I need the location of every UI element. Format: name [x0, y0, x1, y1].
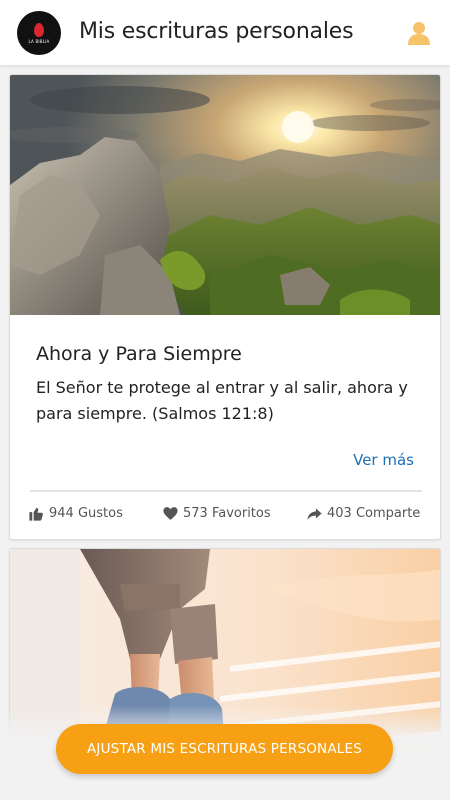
- likes-count: 944 Gustos: [49, 506, 123, 521]
- thumbs-up-icon: [29, 507, 43, 521]
- see-more-link[interactable]: Ver más: [353, 451, 414, 469]
- favorite-button[interactable]: 573 Favoritos: [162, 505, 271, 522]
- user-icon[interactable]: [406, 20, 432, 46]
- favorites-count: 573 Favoritos: [183, 506, 271, 521]
- share-arrow-icon: [307, 508, 322, 520]
- share-button[interactable]: 403 Comparte: [306, 505, 420, 522]
- divider: [30, 490, 422, 492]
- like-button[interactable]: 944 Gustos: [28, 505, 123, 522]
- scripture-text: El Señor te protege al entrar y al salir…: [36, 378, 408, 423]
- app-bar: LA BIBLIA Mis escrituras personales: [0, 0, 450, 66]
- adjust-scriptures-button[interactable]: AJUSTAR MIS ESCRITURAS PERSONALES: [56, 724, 393, 774]
- page-title: Mis escrituras personales: [79, 19, 354, 44]
- scripture-card[interactable]: Ahora y Para Siempre El Señor te protege…: [9, 74, 441, 540]
- mountain-sunrise-image: [10, 75, 440, 315]
- flame-icon: [34, 22, 44, 37]
- card-stats: 944 Gustos 573 Favoritos 403 Comparte: [10, 505, 440, 529]
- card-title: Ahora y Para Siempre: [36, 343, 242, 365]
- heart-icon: [163, 507, 178, 520]
- logo-text: LA BIBLIA: [28, 38, 50, 44]
- shares-count: 403 Comparte: [327, 506, 421, 521]
- app-logo[interactable]: LA BIBLIA: [17, 11, 61, 55]
